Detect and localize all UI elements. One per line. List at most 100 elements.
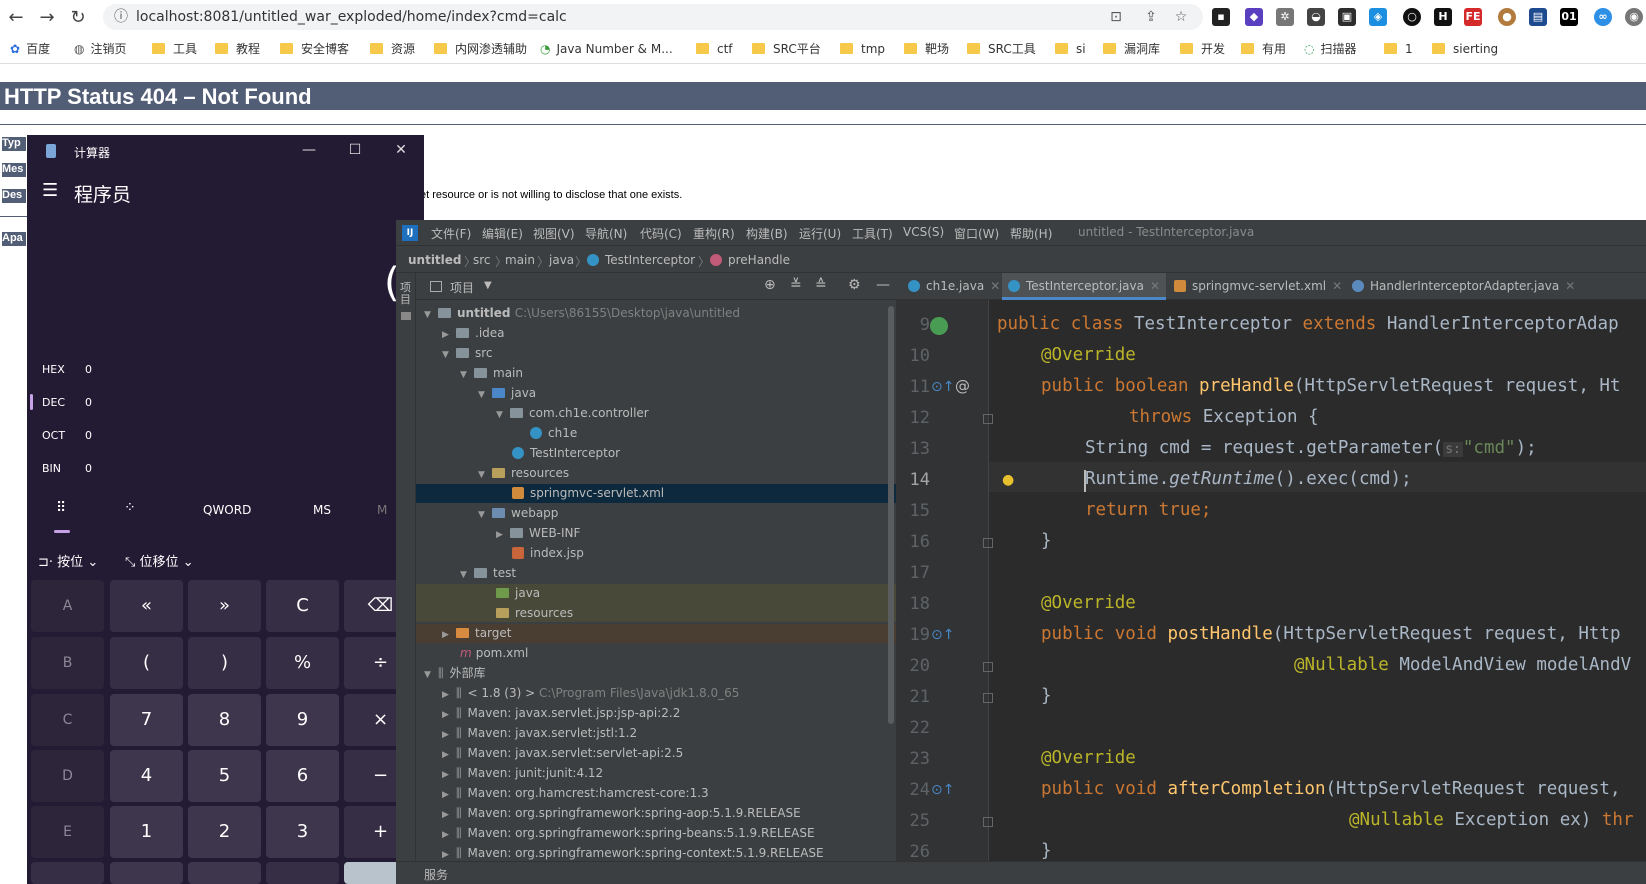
expand-all-icon[interactable]: ≚ xyxy=(790,277,802,293)
breadcrumb-item[interactable]: TestInterceptor xyxy=(587,253,695,267)
bookmark-folder[interactable]: 工具 xyxy=(152,41,197,57)
menu-code[interactable]: 代码(C) xyxy=(640,225,682,242)
override-gutter-icon[interactable]: ⊙↑ xyxy=(931,627,954,643)
reload-icon[interactable]: ↻ xyxy=(68,8,88,28)
key-2[interactable]: 2 xyxy=(188,806,261,858)
memory-store-button[interactable]: MS xyxy=(313,503,331,517)
tree-item-resources[interactable]: ▼ resources xyxy=(478,464,569,483)
bookmark-folder[interactable]: SRC平台 xyxy=(752,41,821,57)
fold-marker-icon[interactable] xyxy=(983,538,993,548)
memory-minus-button[interactable]: M xyxy=(377,503,387,517)
key-8[interactable]: 8 xyxy=(188,694,261,746)
collapse-all-icon[interactable]: ≙ xyxy=(815,277,827,293)
bookmark-folder[interactable]: 1 xyxy=(1384,41,1413,57)
key-percent[interactable]: % xyxy=(266,637,339,689)
breadcrumb-item[interactable]: main xyxy=(505,253,535,267)
bookmark-folder[interactable]: 开发 xyxy=(1180,41,1225,57)
extension-icon[interactable]: FE xyxy=(1464,8,1482,26)
bookmark-folder[interactable]: 安全博客 xyxy=(280,41,349,57)
tree-item-test-java[interactable]: java xyxy=(496,584,540,603)
url-text[interactable]: localhost:8081/untitled_war_exploded/hom… xyxy=(136,9,567,25)
bit-toggle-keypad-icon[interactable]: ⁘ xyxy=(124,500,136,516)
key-a[interactable]: A xyxy=(31,580,104,632)
tab-springmvc-xml[interactable]: springmvc-servlet.xml ✕ xyxy=(1168,273,1348,300)
bookmark-folder[interactable]: sierting xyxy=(1432,41,1498,57)
settings-gear-icon[interactable]: ⚙ xyxy=(848,277,861,293)
bookmark-folder[interactable]: 靶场 xyxy=(904,41,949,57)
bookmark-folder[interactable]: tmp xyxy=(840,41,885,57)
menu-help[interactable]: 帮助(H) xyxy=(1010,225,1052,242)
tree-item-web-inf[interactable]: ▶ WEB-INF xyxy=(496,524,580,543)
key-negate[interactable] xyxy=(110,862,183,884)
key-dot[interactable] xyxy=(266,862,339,884)
override-gutter-icon[interactable]: ⊙↑ xyxy=(931,782,954,798)
key-1[interactable]: 1 xyxy=(110,806,183,858)
project-side-tab[interactable]: 项目 xyxy=(400,282,412,306)
back-arrow-icon[interactable]: ← xyxy=(6,8,26,28)
bookmark-item[interactable]: ◔ Java Number & M... xyxy=(540,41,673,57)
fold-marker-icon[interactable] xyxy=(983,817,993,827)
menu-edit[interactable]: 编辑(E) xyxy=(482,225,523,242)
bookmark-folder[interactable]: 资源 xyxy=(370,41,415,57)
tree-item-library[interactable]: ▶ ⫼ Maven: javax.servlet:jstl:1.2 xyxy=(442,724,637,743)
tree-item-main[interactable]: ▼ main xyxy=(460,364,523,383)
tab-ch1e[interactable]: ch1e.java ✕ xyxy=(902,273,1006,300)
bin-label[interactable]: BIN xyxy=(42,462,61,475)
tree-item-root[interactable]: ▼ untitled C:\Users\86155\Desktop\java\un… xyxy=(424,304,740,323)
run-gutter-icon[interactable] xyxy=(930,317,948,335)
tree-item-testinterceptor[interactable]: TestInterceptor xyxy=(512,444,620,463)
key-open-paren[interactable]: ( xyxy=(110,637,183,689)
tree-item-library[interactable]: ▶ ⫼ Maven: org.springframework:spring-bean… xyxy=(442,824,815,843)
tree-item-library[interactable]: ▶ ⫼ Maven: javax.servlet:servlet-api:2.5 xyxy=(442,744,683,763)
oct-label[interactable]: OCT xyxy=(42,429,65,442)
menu-build[interactable]: 构建(B) xyxy=(746,225,788,242)
fold-marker-icon[interactable] xyxy=(983,662,993,672)
tree-item-external-libs[interactable]: ▼ ⫼ 外部库 xyxy=(424,664,486,683)
hamburger-menu-icon[interactable]: ☰ xyxy=(42,180,58,201)
extension-icon[interactable]: ○ xyxy=(1403,8,1421,26)
extension-icon[interactable]: ◒ xyxy=(1307,8,1325,26)
share-icon[interactable]: ⇪ xyxy=(1142,8,1160,26)
tree-item-test[interactable]: ▼ test xyxy=(460,564,516,583)
key-rol[interactable]: « xyxy=(110,580,183,632)
menu-view[interactable]: 视图(V) xyxy=(533,225,575,242)
tree-item-src[interactable]: ▼ src xyxy=(442,344,493,363)
bookmark-item[interactable]: ✿ 百度 xyxy=(10,41,50,57)
tree-item-index-jsp[interactable]: index.jsp xyxy=(512,544,584,563)
tree-item-java[interactable]: ▼ java xyxy=(478,384,536,403)
chevron-down-icon[interactable]: ▼ xyxy=(484,280,492,291)
menu-file[interactable]: 文件(F) xyxy=(431,225,471,242)
gear-extension-icon[interactable]: ✲ xyxy=(1276,8,1294,26)
menu-window[interactable]: 窗口(W) xyxy=(954,225,999,242)
key-f[interactable] xyxy=(31,862,104,884)
star-icon[interactable]: ☆ xyxy=(1172,8,1190,26)
key-7[interactable]: 7 xyxy=(110,694,183,746)
bookmark-folder[interactable]: 有用 xyxy=(1241,41,1286,57)
tree-item-springmvc-xml[interactable]: springmvc-servlet.xml xyxy=(512,484,664,503)
breadcrumb-item[interactable]: java xyxy=(549,253,574,267)
extension-icon[interactable]: ▣ xyxy=(1338,8,1356,26)
annotation-gutter-icon[interactable]: @ xyxy=(955,377,970,395)
bookmark-folder[interactable]: SRC工具 xyxy=(967,41,1036,57)
tree-item-target[interactable]: ▶ target xyxy=(442,624,512,643)
close-tab-icon[interactable]: ✕ xyxy=(1332,279,1342,293)
key-4[interactable]: 4 xyxy=(110,750,183,802)
tree-item-idea[interactable]: ▶ .idea xyxy=(442,324,505,343)
extension-icon[interactable]: ◆ xyxy=(1245,8,1263,26)
key-9[interactable]: 9 xyxy=(266,694,339,746)
tab-handlerinterceptoradapter[interactable]: HandlerInterceptorAdapter.java ✕ xyxy=(1346,273,1581,300)
key-b[interactable]: B xyxy=(31,637,104,689)
breadcrumb-item[interactable]: untitled xyxy=(408,253,462,267)
key-ror[interactable]: » xyxy=(188,580,261,632)
close-tab-icon[interactable]: ✕ xyxy=(1150,279,1160,293)
menu-vcs[interactable]: VCS(S) xyxy=(903,225,944,239)
project-scrollbar[interactable] xyxy=(888,306,894,724)
override-gutter-icon[interactable]: ⊙↑ xyxy=(931,379,954,395)
tree-item-package[interactable]: ▼ com.ch1e.controller xyxy=(496,404,649,423)
bitwise-dropdown[interactable]: ⊐· 按位 ⌄ xyxy=(38,551,98,570)
bookmark-folder[interactable]: si xyxy=(1055,41,1086,57)
menu-run[interactable]: 运行(U) xyxy=(799,225,841,242)
word-size-button[interactable]: QWORD xyxy=(203,503,251,517)
key-clear[interactable]: C xyxy=(266,580,339,632)
bookmark-folder[interactable]: 漏洞库 xyxy=(1103,41,1160,57)
